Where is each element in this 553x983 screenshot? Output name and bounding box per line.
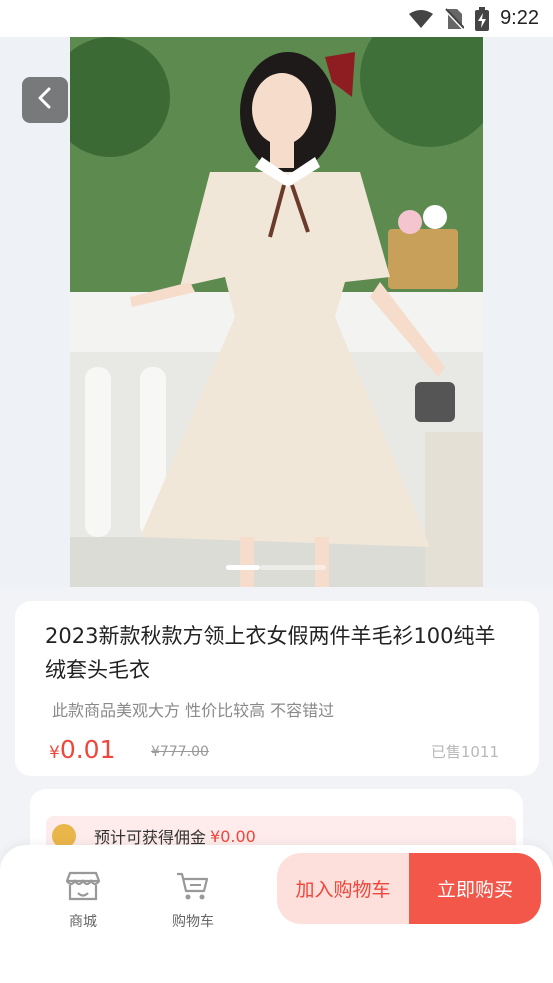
no-sim-icon xyxy=(444,7,465,30)
product-info-card: 2023新款秋款方领上衣女假两件羊毛衫100纯羊绒套头毛衣 此款商品美观大方 性… xyxy=(15,601,539,776)
back-button[interactable] xyxy=(22,77,68,123)
status-bar: 9:22 xyxy=(0,0,553,37)
original-price: ¥777.00 xyxy=(151,744,209,760)
cart-icon xyxy=(176,871,210,905)
carousel-indicator xyxy=(226,565,326,570)
nav-cart[interactable]: 购物车 xyxy=(153,865,233,931)
nav-mall[interactable]: 商城 xyxy=(43,865,123,931)
product-description: 此款商品美观大方 性价比较高 不容错过 xyxy=(52,701,335,720)
bottom-action-bar: 商城 购物车 加入购物车 立即购买 xyxy=(0,845,553,983)
chevron-left-icon xyxy=(35,87,55,113)
purchase-buttons: 加入购物车 立即购买 xyxy=(277,853,541,924)
indicator-track xyxy=(260,565,326,570)
currency-symbol: ¥ xyxy=(49,743,60,763)
product-photo xyxy=(70,37,483,587)
buy-now-button[interactable]: 立即购买 xyxy=(409,853,541,924)
nav-cart-label: 购物车 xyxy=(172,914,214,930)
store-icon xyxy=(65,871,101,905)
indicator-active xyxy=(226,565,260,570)
add-to-cart-button[interactable]: 加入购物车 xyxy=(277,853,409,924)
status-time: 9:22 xyxy=(500,7,539,29)
sold-count: 已售1011 xyxy=(430,743,499,761)
product-image-carousel[interactable] xyxy=(0,37,553,587)
current-price: ¥0.01 xyxy=(49,735,116,764)
wifi-icon xyxy=(408,9,434,29)
price-row: ¥0.01 ¥777.00 已售1011 xyxy=(45,735,509,767)
nav-mall-label: 商城 xyxy=(69,914,97,930)
commission-amount: ¥0.00 xyxy=(210,826,256,846)
product-title: 2023新款秋款方领上衣女假两件羊毛衫100纯羊绒套头毛衣 xyxy=(45,624,496,682)
battery-charging-icon xyxy=(474,6,490,31)
price-amount: 0.01 xyxy=(59,735,116,764)
